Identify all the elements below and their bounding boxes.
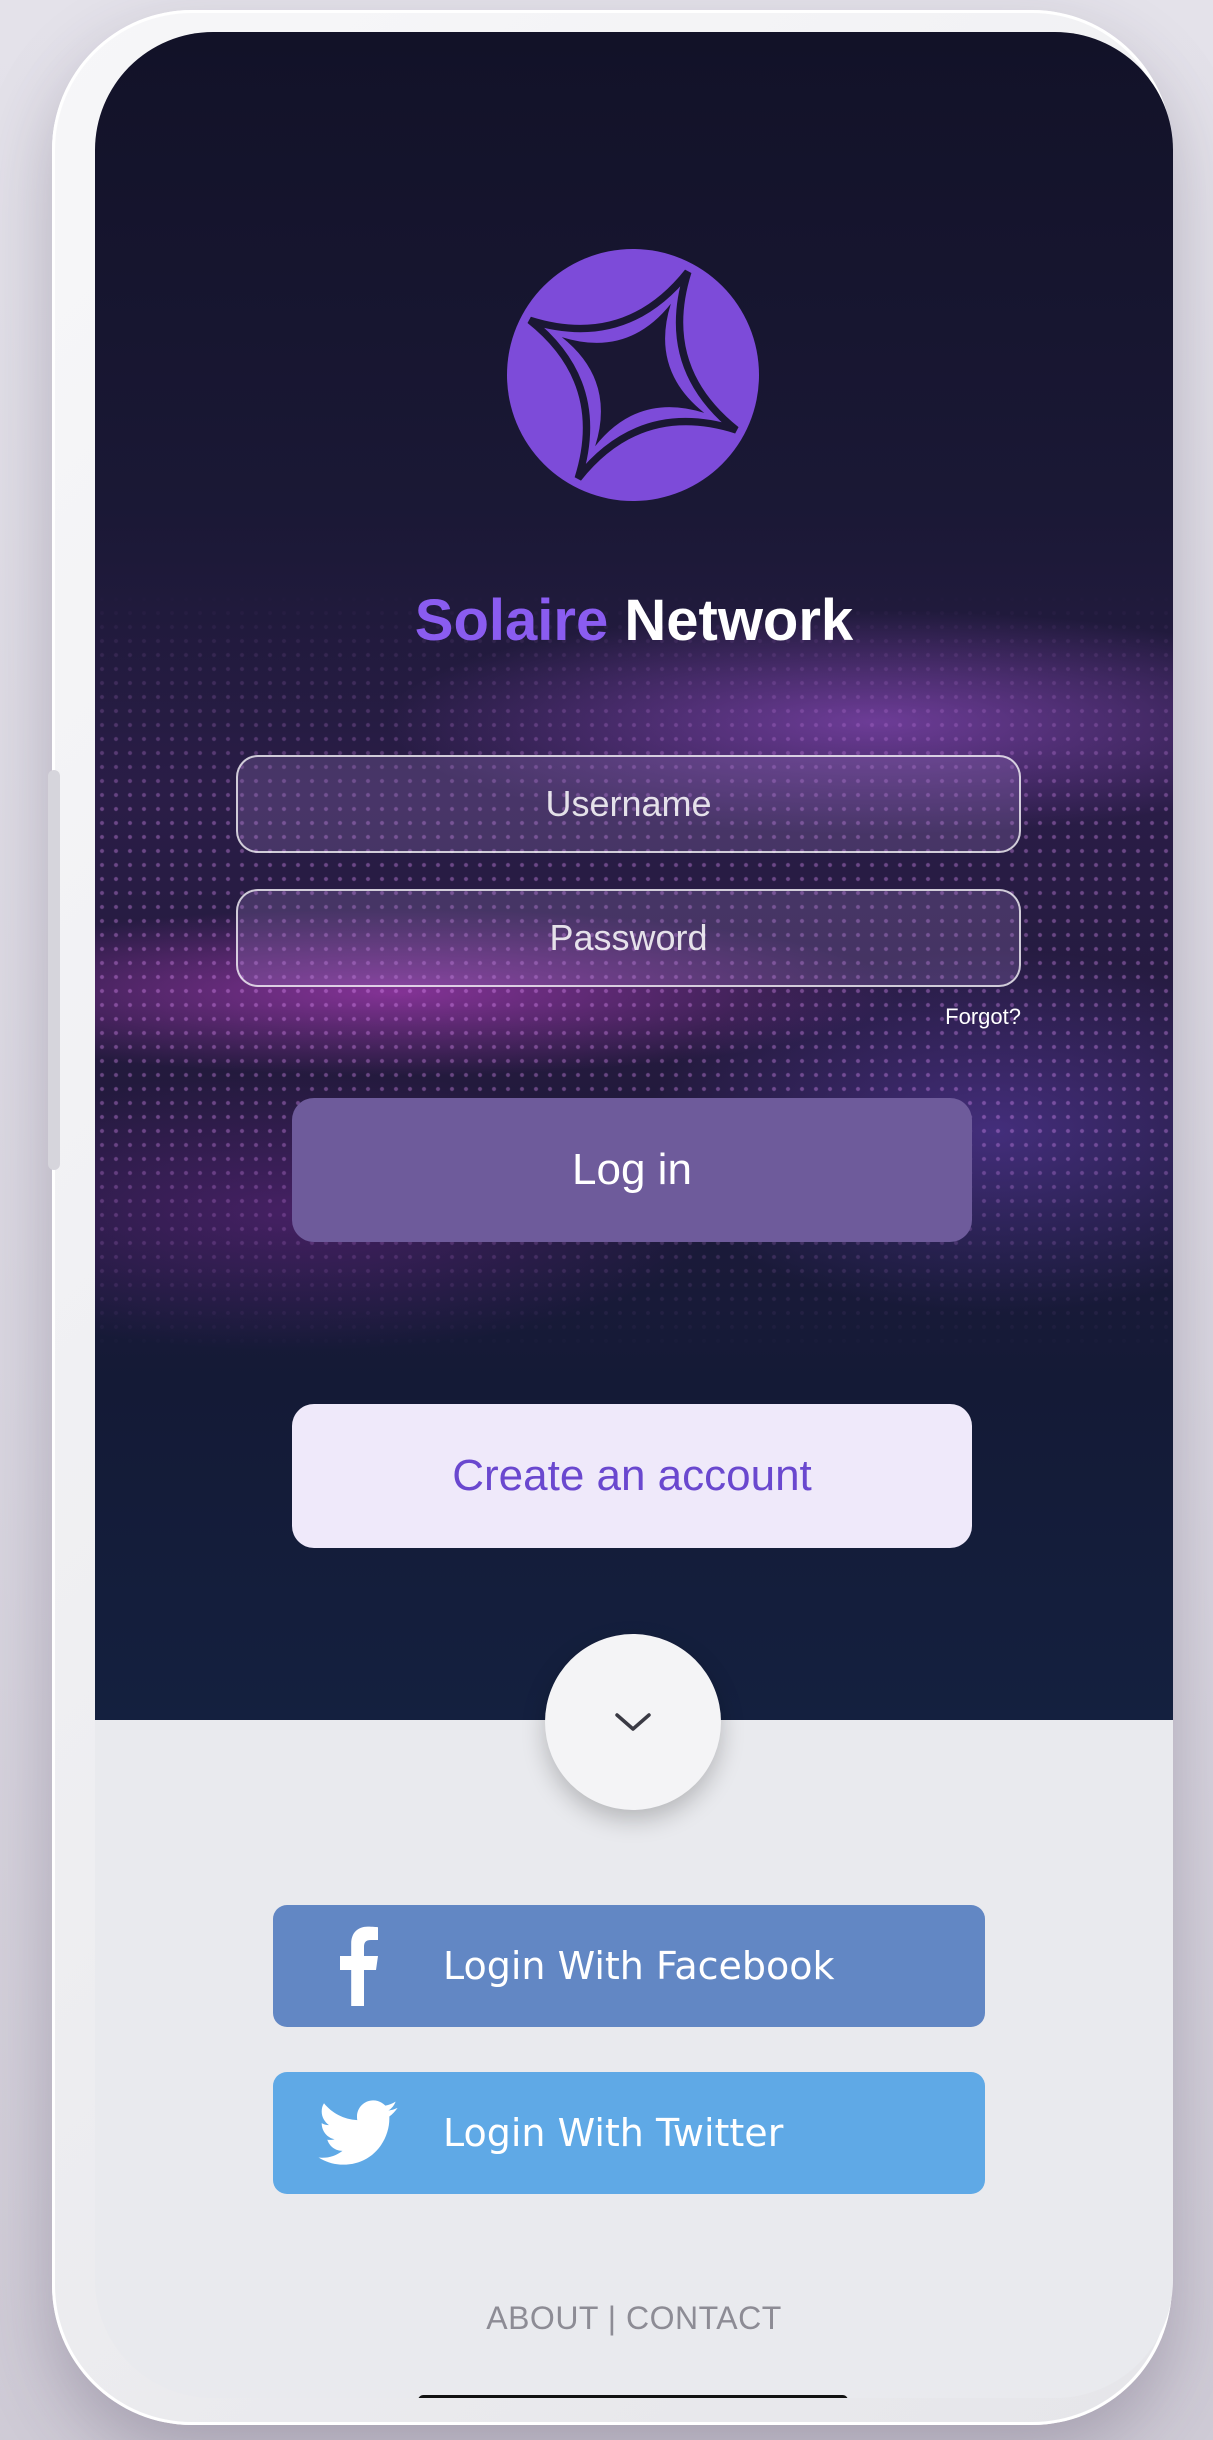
phone-side-button	[48, 770, 60, 1170]
brand-name-part2: Network	[624, 588, 854, 653]
create-account-button[interactable]: Create an account	[292, 1404, 972, 1548]
expand-button[interactable]	[545, 1634, 721, 1810]
brand-name: Solaire Network	[95, 587, 1173, 654]
logo-icon	[507, 249, 759, 501]
footer-separator: |	[607, 2300, 617, 2336]
facebook-label: Login With Facebook	[443, 1944, 835, 1988]
about-link[interactable]: ABOUT	[486, 2300, 598, 2336]
login-button[interactable]: Log in	[292, 1098, 972, 1242]
brand-name-part1: Solaire	[414, 588, 609, 653]
footer-links: ABOUT | CONTACT	[95, 2300, 1173, 2337]
login-facebook-button[interactable]: Login With Facebook	[273, 1905, 985, 2027]
twitter-label: Login With Twitter	[443, 2111, 784, 2155]
contact-link[interactable]: CONTACT	[626, 2300, 782, 2336]
hero-background: Solaire Network Forgot? Log in Create an…	[95, 32, 1173, 1720]
home-indicator[interactable]	[418, 2395, 848, 2398]
forgot-password-link[interactable]: Forgot?	[945, 1004, 1021, 1030]
chevron-down-icon	[615, 1713, 651, 1731]
twitter-bird-icon	[273, 2100, 443, 2166]
password-input[interactable]	[236, 889, 1021, 987]
username-input[interactable]	[236, 755, 1021, 853]
phone-screen: Solaire Network Forgot? Log in Create an…	[95, 32, 1173, 2398]
facebook-icon	[273, 1926, 443, 2006]
login-twitter-button[interactable]: Login With Twitter	[273, 2072, 985, 2194]
